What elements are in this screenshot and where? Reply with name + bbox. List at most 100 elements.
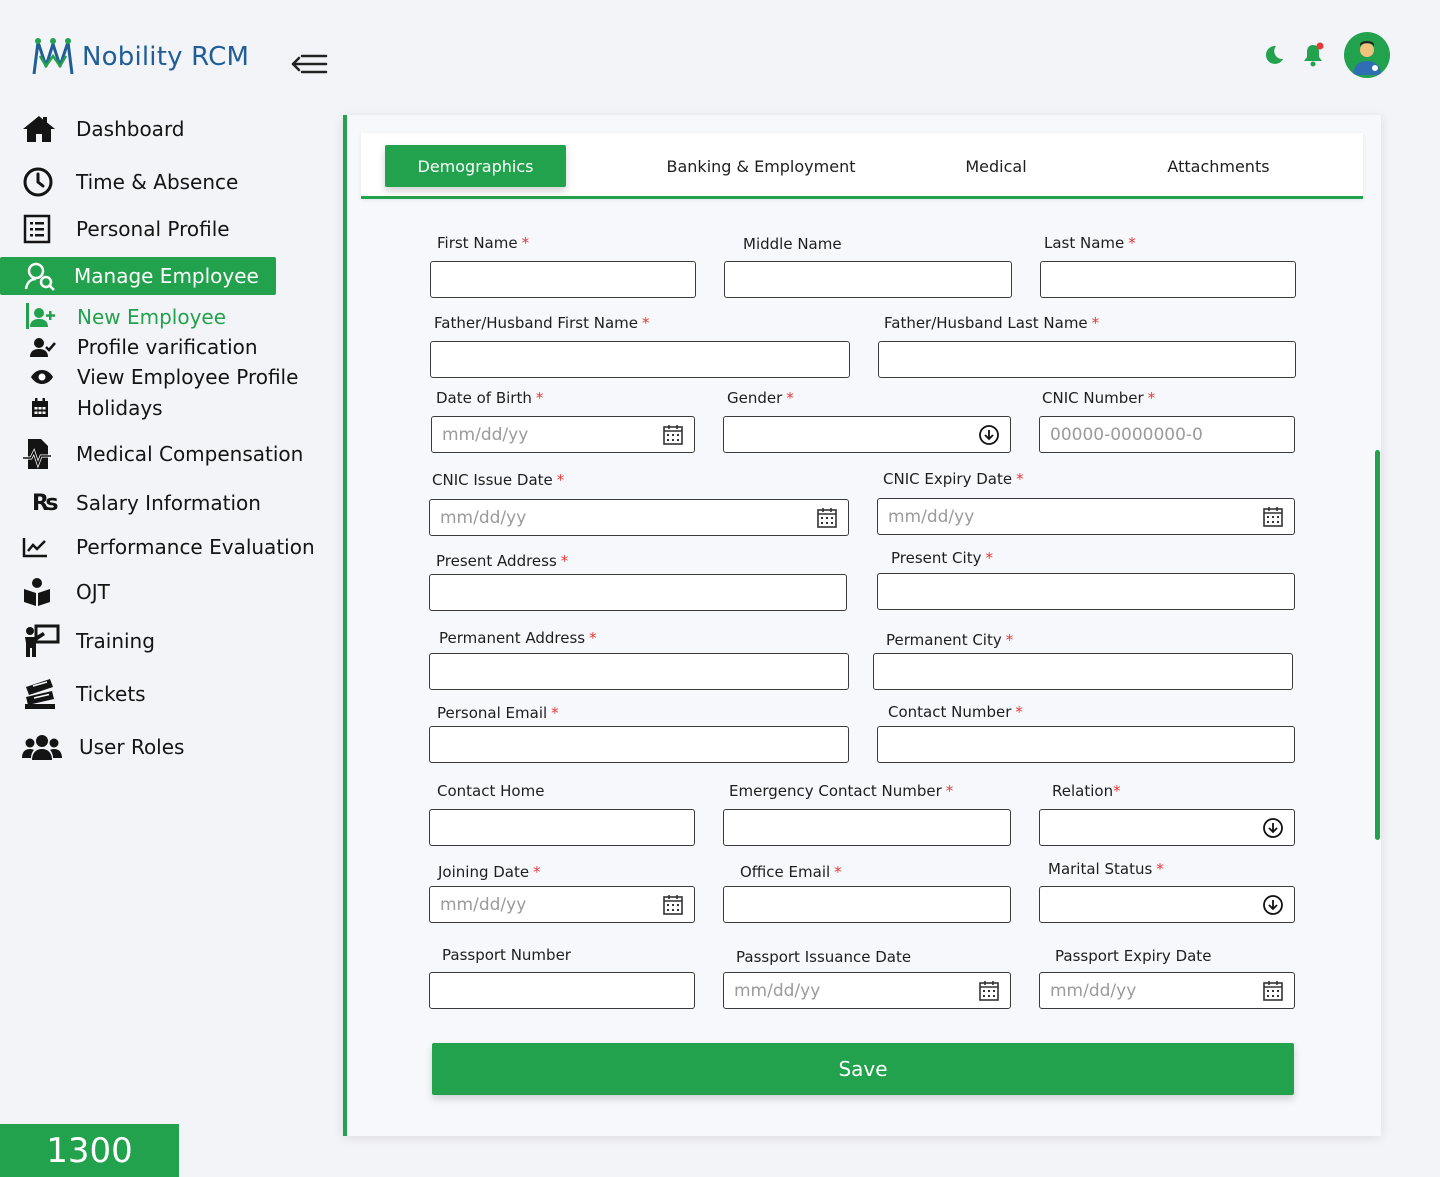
- sidebar-item-salary-information[interactable]: ₨ Salary Information: [22, 486, 261, 520]
- sidebar-item-label: Medical Compensation: [76, 442, 304, 466]
- date-placeholder: mm/dd/yy: [440, 507, 527, 528]
- app-name: Nobility RCM: [82, 42, 250, 72]
- tab-attachments[interactable]: Attachments: [1151, 145, 1286, 187]
- sidebar-item-medical-compensation[interactable]: Medical Compensation: [22, 437, 303, 471]
- father-last-name-label: Father/Husband Last Name *: [884, 314, 1100, 332]
- sidebar-item-label: Dashboard: [76, 117, 185, 141]
- gender-select[interactable]: [723, 416, 1011, 453]
- sidebar-subitem-view-employee-profile[interactable]: View Employee Profile: [26, 365, 298, 389]
- office-email-input[interactable]: [723, 886, 1011, 923]
- sidebar-subitem-label: Profile varification: [77, 335, 258, 359]
- office-email-label: Office Email *: [740, 863, 842, 881]
- form-scrollbar[interactable]: [1375, 450, 1380, 840]
- date-placeholder: mm/dd/yy: [734, 980, 821, 1001]
- sidebar-item-ojt[interactable]: OJT: [22, 575, 110, 609]
- sidebar-item-label: OJT: [76, 580, 110, 604]
- calendar-icon: [26, 396, 56, 420]
- reader-icon: [22, 575, 62, 609]
- present-address-input[interactable]: [429, 574, 847, 611]
- date-placeholder: mm/dd/yy: [442, 424, 529, 445]
- contact-home-input[interactable]: [429, 809, 695, 846]
- tab-banking-employment[interactable]: Banking & Employment: [651, 145, 871, 187]
- marital-status-label: Marital Status *: [1048, 860, 1164, 878]
- passport-issuance-date-label: Passport Issuance Date: [736, 948, 912, 966]
- sidebar-subitem-label: New Employee: [77, 305, 227, 329]
- sidebar-subitem-profile-verification[interactable]: Profile varification: [26, 335, 258, 359]
- sidebar-item-tickets[interactable]: Tickets: [22, 677, 146, 711]
- chevron-down-circle-icon[interactable]: [1262, 894, 1284, 916]
- sidebar-item-label: Time & Absence: [76, 170, 239, 194]
- user-search-icon: [24, 259, 58, 293]
- sidebar-subitem-label: View Employee Profile: [77, 365, 299, 389]
- contact-number-input[interactable]: [877, 726, 1295, 763]
- sidebar-item-training[interactable]: Training: [22, 624, 155, 658]
- sidebar-item-time-absence[interactable]: Time & Absence: [22, 165, 238, 199]
- tab-demographics[interactable]: Demographics: [385, 145, 566, 187]
- relation-select[interactable]: [1039, 809, 1295, 846]
- passport-number-input[interactable]: [429, 972, 695, 1009]
- cnic-issue-date-input[interactable]: mm/dd/yy: [429, 499, 849, 536]
- cnic-expiry-date-label: CNIC Expiry Date *: [883, 470, 1024, 488]
- dob-date-input[interactable]: mm/dd/yy: [431, 416, 695, 453]
- chart-line-icon: [22, 530, 62, 564]
- personal-email-input[interactable]: [429, 726, 849, 763]
- chevron-down-circle-icon[interactable]: [1262, 817, 1284, 839]
- tab-medical[interactable]: Medical: [941, 145, 1051, 187]
- rupee-icon: ₨: [32, 490, 59, 516]
- list-icon: [22, 212, 62, 246]
- cnic-number-input[interactable]: 00000-0000000-0: [1039, 416, 1295, 453]
- sidebar-item-user-roles[interactable]: User Roles: [22, 730, 184, 764]
- present-city-input[interactable]: [877, 573, 1295, 610]
- date-placeholder: mm/dd/yy: [1050, 980, 1137, 1001]
- app-logo[interactable]: Nobility RCM: [30, 36, 249, 78]
- calendar-icon[interactable]: [662, 894, 684, 916]
- permanent-city-input[interactable]: [873, 653, 1293, 690]
- save-button[interactable]: Save: [432, 1043, 1294, 1095]
- sidebar-item-label: Personal Profile: [76, 217, 230, 241]
- permanent-address-input[interactable]: [429, 653, 849, 690]
- sidebar-item-manage-employee[interactable]: Manage Employee: [0, 257, 276, 295]
- middle-name-input[interactable]: [724, 261, 1012, 298]
- chevron-down-circle-icon[interactable]: [978, 424, 1000, 446]
- user-plus-icon: [26, 305, 56, 329]
- cnic-expiry-date-input[interactable]: mm/dd/yy: [877, 498, 1295, 535]
- permanent-address-label: Permanent Address *: [439, 629, 597, 647]
- sidebar-subitem-holidays[interactable]: Holidays: [26, 396, 163, 420]
- middle-name-label: Middle Name: [743, 235, 842, 253]
- last-name-label: Last Name *: [1044, 234, 1136, 252]
- sidebar-item-dashboard[interactable]: Dashboard: [22, 112, 185, 146]
- cnic-number-label: CNIC Number *: [1042, 389, 1156, 407]
- tab-bar: Demographics Banking & Employment Medica…: [361, 133, 1363, 199]
- sidebar-item-personal-profile[interactable]: Personal Profile: [22, 212, 230, 246]
- date-placeholder: mm/dd/yy: [888, 506, 975, 527]
- dark-mode-moon-icon[interactable]: [1260, 42, 1286, 68]
- logo-mark-icon: [32, 38, 74, 75]
- first-name-input[interactable]: [430, 261, 696, 298]
- calendar-icon[interactable]: [978, 980, 1000, 1002]
- permanent-city-label: Permanent City *: [886, 631, 1014, 649]
- sidebar-item-performance-evaluation[interactable]: Performance Evaluation: [22, 530, 315, 564]
- trainer-icon: [22, 624, 62, 658]
- calendar-icon[interactable]: [816, 507, 838, 529]
- passport-expiry-date-input[interactable]: mm/dd/yy: [1039, 972, 1295, 1009]
- notification-bell-icon[interactable]: [1300, 42, 1326, 68]
- sidebar-item-label: Manage Employee: [74, 264, 259, 288]
- sidebar-collapse-icon[interactable]: [290, 50, 328, 78]
- calendar-icon[interactable]: [662, 424, 684, 446]
- father-last-name-input[interactable]: [878, 341, 1296, 378]
- cnic-placeholder: 00000-0000000-0: [1050, 424, 1203, 445]
- marital-status-select[interactable]: [1039, 886, 1295, 923]
- calendar-icon[interactable]: [1262, 506, 1284, 528]
- joining-date-input[interactable]: mm/dd/yy: [429, 886, 695, 923]
- emergency-contact-input[interactable]: [723, 809, 1011, 846]
- sidebar-item-label: User Roles: [79, 735, 185, 759]
- sidebar-subitem-new-employee[interactable]: New Employee: [26, 303, 227, 329]
- eye-icon: [26, 365, 56, 389]
- joining-date-label: Joining Date *: [438, 863, 541, 881]
- calendar-icon[interactable]: [1262, 980, 1284, 1002]
- father-first-name-input[interactable]: [430, 341, 850, 378]
- last-name-input[interactable]: [1040, 261, 1296, 298]
- home-icon: [22, 112, 62, 146]
- user-avatar[interactable]: [1344, 32, 1390, 78]
- passport-issuance-date-input[interactable]: mm/dd/yy: [723, 972, 1011, 1009]
